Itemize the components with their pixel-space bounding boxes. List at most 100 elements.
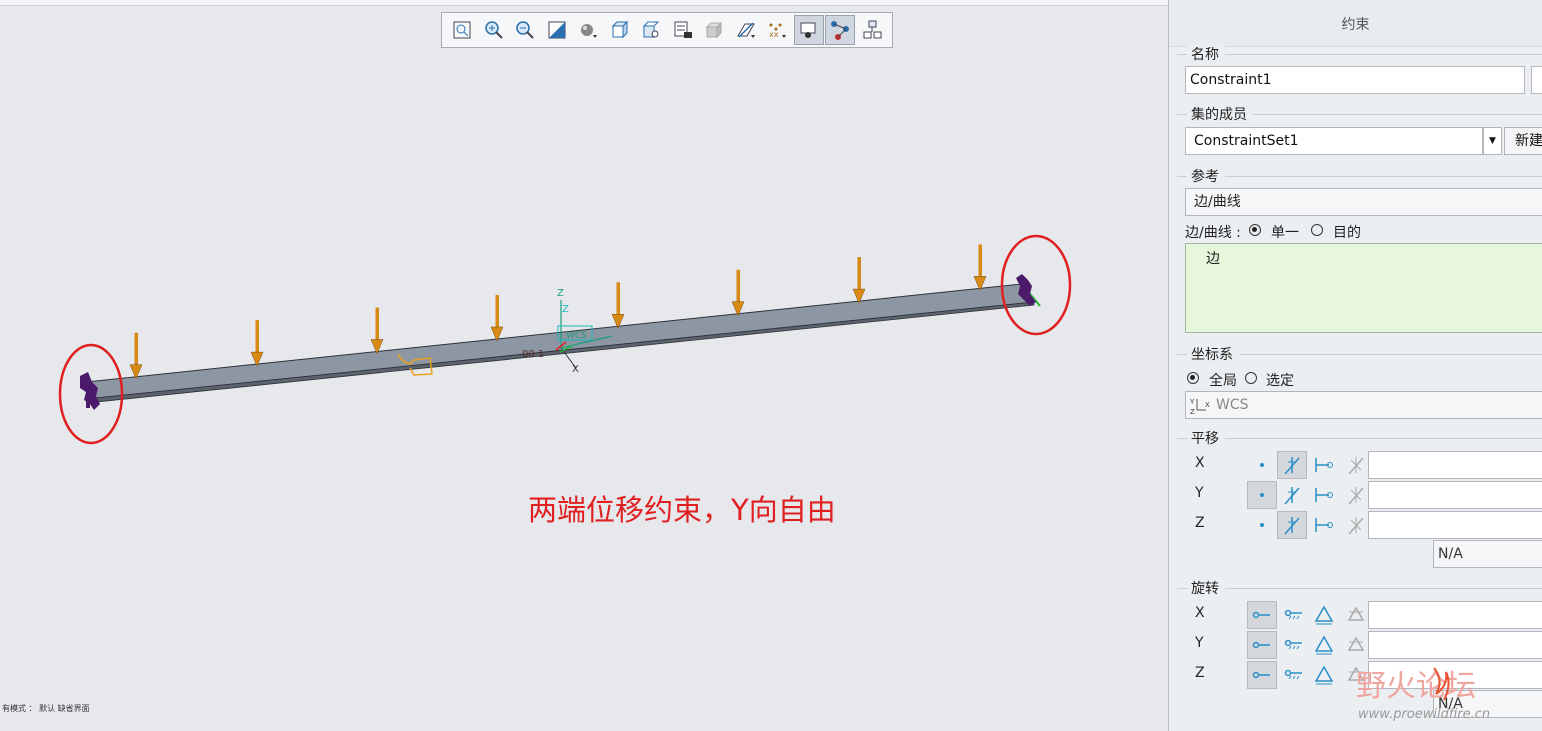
constraint-symbol-left (80, 372, 100, 410)
rotation-prescribed-icon (1314, 665, 1334, 685)
rotation-periodic-icon (1347, 636, 1365, 651)
translation-value-input-x[interactable] (1368, 451, 1542, 479)
translation-z-fixed-button[interactable] (1277, 511, 1307, 539)
translation-periodic-icon (1348, 457, 1364, 475)
csys-input[interactable]: WCS (1185, 391, 1542, 419)
svg-text:Z: Z (562, 304, 569, 315)
name-input[interactable]: Constraint1 (1185, 66, 1525, 94)
option-selected-label: 选定 (1266, 373, 1294, 389)
load-arrow (250, 320, 264, 367)
radio-single[interactable] (1249, 224, 1261, 236)
rotation-periodic-icon (1347, 606, 1365, 621)
rotation-x-prescribed-button[interactable] (1309, 601, 1339, 629)
translation-y-prescribed-button[interactable] (1309, 481, 1339, 509)
rotation-z-fixed-button[interactable] (1279, 661, 1309, 689)
rotation-y-fixed-button[interactable] (1279, 631, 1309, 659)
name-group: 名称 (1177, 44, 1542, 64)
svg-text:Y: Y (1189, 398, 1195, 406)
watermark-text: 野火论坛 (1356, 669, 1476, 704)
reference-type-select[interactable]: 边/曲线 (1185, 188, 1542, 216)
set-member-label: 集的成员 (1187, 104, 1253, 124)
load-arrow (129, 332, 143, 380)
rotation-y-periodic-button[interactable] (1341, 631, 1371, 659)
load-arrow (490, 294, 504, 342)
chevron-down-icon[interactable]: ▼ (1483, 127, 1502, 155)
reference-group: 参考 (1177, 166, 1542, 186)
reference-label: 参考 (1187, 166, 1225, 186)
translation-units[interactable]: N/A (1433, 540, 1542, 568)
collector-item[interactable]: 边 (1206, 248, 1220, 268)
rotation-free-icon (1252, 641, 1270, 649)
model-scene[interactable]: Z Z WCS X 00 1 (0, 0, 1168, 731)
load-arrow (852, 257, 866, 304)
rotation-value-input-y[interactable] (1368, 631, 1542, 659)
rotation-group: 旋转 (1177, 578, 1542, 598)
translation-x-fixed-button[interactable] (1277, 451, 1307, 479)
csys-value: 00 1 (522, 349, 544, 360)
translation-group: 平移 (1177, 428, 1542, 448)
translation-x-periodic-button[interactable] (1341, 451, 1371, 479)
rotation-fixed-icon (1284, 609, 1302, 620)
rotation-z-free-button[interactable] (1247, 661, 1277, 689)
translation-axis-label-x: X (1195, 455, 1205, 471)
constraint-set-select[interactable]: ConstraintSet1 (1185, 127, 1483, 155)
translation-fixed-icon (1284, 517, 1300, 535)
rotation-axis-label-x: X (1195, 605, 1205, 621)
rotation-x-fixed-button[interactable] (1279, 601, 1309, 629)
radio-selected[interactable] (1245, 372, 1257, 384)
csys-group: 坐标系 (1177, 344, 1542, 364)
translation-prescribed-icon (1315, 458, 1333, 472)
rotation-value-input-x[interactable] (1368, 601, 1542, 629)
status-text: 有模式 ： 默认 缺省界面 (2, 704, 90, 713)
translation-value-input-z[interactable] (1368, 511, 1542, 539)
radio-intent[interactable] (1311, 224, 1323, 236)
translation-z-periodic-button[interactable] (1341, 511, 1371, 539)
translation-fixed-icon (1284, 487, 1300, 505)
csys-z-label: Z (557, 288, 564, 299)
translation-y-free-button[interactable] (1247, 481, 1277, 509)
rotation-x-periodic-button[interactable] (1341, 601, 1371, 629)
load-arrow (973, 244, 987, 292)
translation-y-fixed-button[interactable] (1277, 481, 1307, 509)
csys-label: 坐标系 (1187, 344, 1239, 364)
translation-periodic-icon (1348, 517, 1364, 535)
rotation-prescribed-icon (1314, 635, 1334, 655)
edge-curve-label: 边/曲线 : (1185, 225, 1241, 241)
translation-prescribed-icon (1315, 518, 1333, 532)
rotation-free-icon (1252, 611, 1270, 619)
translation-value-input-y[interactable] (1368, 481, 1542, 509)
beam-top-face[interactable] (85, 283, 1035, 399)
translation-y-periodic-button[interactable] (1341, 481, 1371, 509)
watermark-url: www.proewildfire.cn (1358, 707, 1490, 722)
translation-axis-label-z: Z (1195, 515, 1205, 531)
rotation-y-prescribed-button[interactable] (1309, 631, 1339, 659)
rotation-y-free-button[interactable] (1247, 631, 1277, 659)
reference-collector[interactable]: 边 (1185, 243, 1542, 333)
rotation-z-prescribed-button[interactable] (1309, 661, 1339, 689)
load-arrow (731, 269, 745, 317)
rotation-prescribed-icon (1314, 605, 1334, 625)
translation-label: 平移 (1187, 428, 1225, 448)
svg-text:X: X (1205, 401, 1210, 409)
color-swatch-button[interactable] (1531, 66, 1542, 94)
translation-fixed-icon (1284, 457, 1300, 475)
translation-periodic-icon (1348, 487, 1364, 505)
set-member-group: 集的成员 (1177, 104, 1542, 124)
csys-icon: Y Z X (1189, 398, 1210, 415)
translation-z-prescribed-button[interactable] (1309, 511, 1339, 539)
load-arrow (611, 282, 625, 329)
csys-x-label: X (572, 364, 579, 375)
new-set-button[interactable]: 新建 (1504, 127, 1542, 155)
translation-x-free-button[interactable] (1247, 451, 1277, 479)
translation-z-free-button[interactable] (1247, 511, 1277, 539)
load-arrow (370, 307, 384, 355)
forum-watermark: 野火论坛 www.proewildfire.cn (1356, 660, 1526, 728)
rotation-x-free-button[interactable] (1247, 601, 1277, 629)
translation-free-icon (1260, 463, 1264, 467)
radio-global[interactable] (1187, 372, 1199, 384)
rotation-label: 旋转 (1187, 578, 1225, 598)
annotation-text: 两端位移约束，Y向自由 (528, 493, 836, 527)
translation-x-prescribed-button[interactable] (1309, 451, 1339, 479)
panel-title: 约束 (1169, 0, 1542, 47)
svg-text:Z: Z (1190, 408, 1195, 415)
